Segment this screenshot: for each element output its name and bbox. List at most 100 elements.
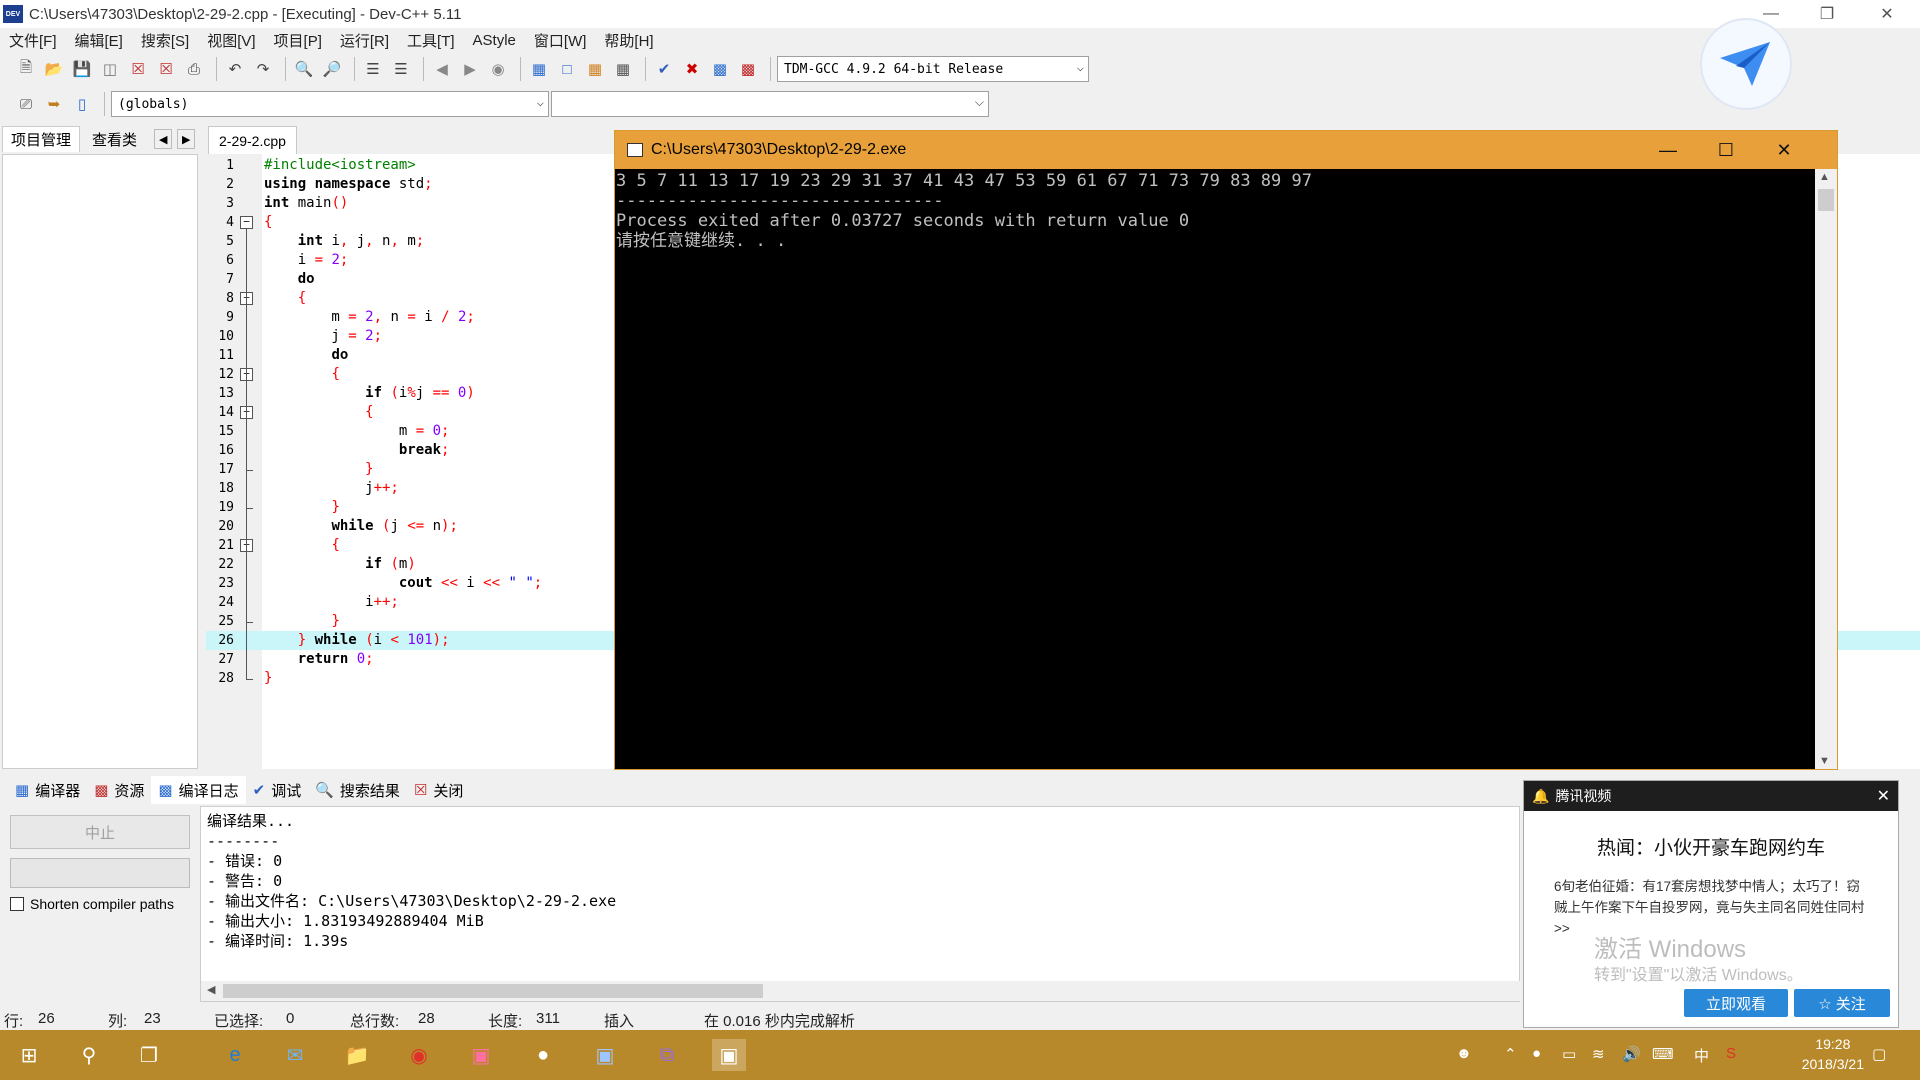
menu-view[interactable]: 视图[V] [198, 30, 264, 51]
compile-run-icon[interactable]: ▦ [583, 57, 607, 81]
menu-search[interactable]: 搜索[S] [132, 30, 198, 51]
search-icon[interactable]: ⚲ [72, 1039, 106, 1071]
log-horizontal-scrollbar[interactable]: ◀ [201, 981, 1521, 1001]
tab-scroll-right-icon[interactable]: ▶ [177, 129, 196, 149]
console-taskbar-icon[interactable]: ▣ [712, 1039, 746, 1071]
tab-scroll-left-icon[interactable]: ◀ [154, 129, 173, 149]
outlook-icon[interactable]: ✉ [278, 1039, 312, 1071]
system-clock[interactable]: 19:28 2018/3/21 [1802, 1034, 1864, 1074]
unindent-icon[interactable]: ☰ [389, 57, 413, 81]
stop-button[interactable]: 中止 [10, 815, 190, 849]
follow-button[interactable]: ☆ 关注 [1794, 989, 1890, 1017]
insert-icon[interactable]: ⎚ [14, 92, 38, 116]
close-button[interactable]: ✕ [1864, 0, 1910, 28]
profile-icon[interactable]: ▩ [708, 57, 732, 81]
log-scroll-thumb[interactable] [223, 984, 763, 998]
indent-icon[interactable]: ☰ [361, 57, 385, 81]
tab-class-view[interactable]: 查看类 [84, 126, 145, 152]
qq-penguin-icon[interactable]: ● [526, 1039, 560, 1071]
run-icon[interactable]: □ [555, 57, 579, 81]
tab-resources[interactable]: ▩ 资源 [87, 776, 151, 804]
tab-project-manager[interactable]: 项目管理 [2, 126, 81, 152]
menu-edit[interactable]: 编辑[E] [66, 30, 132, 51]
people-icon[interactable]: ☻ [1456, 1045, 1472, 1062]
close-file-icon[interactable]: ☒ [126, 57, 150, 81]
menu-project[interactable]: 项目[P] [265, 30, 331, 51]
stop-execution-icon[interactable]: ✖ [680, 57, 704, 81]
debug-icon[interactable]: ▩ [736, 57, 760, 81]
menu-window[interactable]: 窗口[W] [525, 30, 596, 51]
console-window[interactable]: C:\Users\47303\Desktop\2-29-2.exe — ☐ ✕ … [614, 130, 1838, 770]
popup-headline[interactable]: 热闻：小伙开豪车跑网约车 [1524, 833, 1898, 860]
task-view-icon[interactable]: ❐ [132, 1039, 166, 1071]
tab-compile-log[interactable]: ▩ 编译日志 [151, 776, 246, 804]
print-icon[interactable]: ⎙ [182, 57, 206, 81]
console-scroll-thumb[interactable] [1818, 189, 1834, 211]
bookmark-back-icon[interactable]: ◀ [430, 57, 454, 81]
console-minimize-button[interactable]: — [1639, 131, 1697, 169]
console-maximize-button[interactable]: ☐ [1697, 131, 1755, 169]
goto-icon[interactable]: ➥ [42, 92, 66, 116]
save-all-icon[interactable]: ◫ [98, 57, 122, 81]
open-file-icon[interactable]: 📂 [42, 57, 66, 81]
syntax-check-icon[interactable]: ✔ [652, 57, 676, 81]
keyboard-icon[interactable]: ⌨ [1652, 1045, 1674, 1063]
edge-browser-icon[interactable]: e [218, 1039, 252, 1071]
toggle-bookmark-icon[interactable]: ◉ [486, 57, 510, 81]
undo-icon[interactable]: ↶ [223, 57, 247, 81]
bookmark-forward-icon[interactable]: ▶ [458, 57, 482, 81]
windows-start-icon[interactable]: ⊞ [12, 1039, 46, 1071]
ime-indicator[interactable]: 中 [1694, 1045, 1709, 1066]
scope-select[interactable]: (globals) ⌵ [111, 91, 549, 117]
project-tree[interactable] [2, 154, 198, 769]
action-center-icon[interactable]: ▢ [1872, 1045, 1886, 1063]
compile-icon[interactable]: ▦ [527, 57, 551, 81]
maximize-button[interactable]: ❐ [1804, 0, 1850, 28]
popup-close-icon[interactable]: ✕ [1877, 786, 1890, 806]
console-close-button[interactable]: ✕ [1755, 131, 1813, 169]
rebuild-icon[interactable]: ▦ [611, 57, 635, 81]
tab-search-results[interactable]: 🔍 搜索结果 [308, 776, 407, 804]
devcpp-taskbar-icon[interactable]: ▣ [588, 1039, 622, 1071]
menu-help[interactable]: 帮助[H] [595, 30, 662, 51]
save-icon[interactable]: 💾 [70, 57, 94, 81]
qq-tray-icon[interactable]: ● [1532, 1045, 1541, 1062]
bilibili-icon[interactable]: ▣ [464, 1039, 498, 1071]
fold-margin[interactable]: −−−−− [236, 154, 256, 769]
tencent-video-popup[interactable]: 🔔 腾讯视频 ✕ 热闻：小伙开豪车跑网约车 6旬老伯征婚：有17套房想找梦中情人… [1523, 780, 1899, 1028]
shorten-compiler-paths[interactable]: Shorten compiler paths [10, 896, 174, 912]
find-icon[interactable]: 🔍 [292, 57, 316, 81]
tab-compiler[interactable]: ▦ 编译器 [8, 776, 87, 804]
sogou-icon[interactable]: S [1726, 1045, 1736, 1062]
scroll-down-icon[interactable]: ▼ [1819, 755, 1830, 767]
tab-debug[interactable]: ✔ 调试 [246, 776, 309, 804]
volume-icon[interactable]: 🔊 [1622, 1045, 1641, 1063]
compile-log[interactable]: 编译结果... -------- - 错误: 0 - 警告: 0 - 输出文件名… [200, 806, 1521, 1002]
tab-2-29-2-cpp[interactable]: 2-29-2.cpp [208, 126, 297, 154]
tab-close[interactable]: ☒ 关闭 [407, 776, 470, 804]
line-number: 24 [218, 595, 234, 610]
close-all-icon[interactable]: ☒ [154, 57, 178, 81]
menu-file[interactable]: 文件[F] [0, 30, 66, 51]
netease-music-icon[interactable]: ◉ [402, 1039, 436, 1071]
symbol-select[interactable]: ⌵ [551, 91, 989, 117]
console-scrollbar[interactable]: ▲ ▼ [1815, 169, 1837, 769]
menu-tools[interactable]: 工具[T] [398, 30, 464, 51]
wifi-icon[interactable]: ≋ [1592, 1045, 1605, 1063]
new-file-icon[interactable]: 🗎 [14, 57, 38, 81]
replace-icon[interactable]: 🔎 [320, 57, 344, 81]
compiler-select[interactable]: TDM-GCC 4.9.2 64-bit Release ⌵ [777, 56, 1089, 82]
bookmark-icon[interactable]: ▯ [70, 92, 94, 116]
visual-studio-icon[interactable]: ⧉ [650, 1039, 684, 1071]
chevron-up-icon[interactable]: ⌃ [1504, 1045, 1517, 1063]
shorten-paths-checkbox[interactable] [10, 897, 24, 911]
scroll-up-icon[interactable]: ▲ [1819, 171, 1830, 183]
menu-run[interactable]: 运行[R] [331, 30, 398, 51]
file-explorer-icon[interactable]: 📁 [340, 1039, 374, 1071]
scroll-left-icon[interactable]: ◀ [207, 983, 215, 996]
menu-astyle[interactable]: AStyle [464, 32, 525, 49]
watch-now-button[interactable]: 立即观看 [1684, 989, 1788, 1017]
fold-toggle-icon[interactable]: − [240, 216, 253, 229]
redo-icon[interactable]: ↷ [251, 57, 275, 81]
battery-icon[interactable]: ▭ [1562, 1045, 1576, 1063]
